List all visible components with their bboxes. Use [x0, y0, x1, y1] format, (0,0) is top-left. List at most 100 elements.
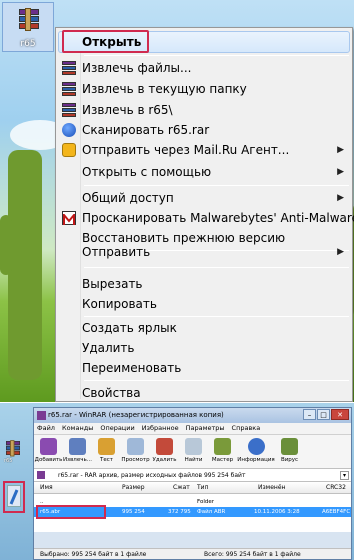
extract-icon — [69, 438, 86, 455]
find-icon — [185, 438, 202, 455]
cell-modified: 10.11.2006 3:28 — [254, 509, 300, 515]
desktop-icon-r65-small[interactable]: r65 — [4, 440, 26, 471]
toolbar-test-button[interactable]: Тест — [92, 435, 121, 468]
wizard-icon — [214, 438, 231, 455]
submenu-arrow-icon: ▶ — [337, 193, 344, 203]
submenu-arrow-icon: ▶ — [337, 145, 344, 155]
cell-crc: A6EBF4FC — [322, 509, 351, 515]
column-size[interactable]: Размер — [122, 482, 145, 494]
menu-item-rename[interactable]: Переименовать — [58, 358, 350, 378]
menu-separator — [84, 267, 349, 268]
menu-item-sharing[interactable]: Общий доступ ▶ — [58, 188, 350, 208]
desktop-icon-label: r65 — [4, 458, 13, 464]
menu-separator — [84, 185, 349, 186]
toolbar-virus-button[interactable]: Вирус — [275, 435, 304, 468]
winrar-icon — [62, 82, 76, 96]
delete-icon — [156, 438, 173, 455]
test-icon — [98, 438, 115, 455]
menu-item-send-to[interactable]: Отправить ▶ — [58, 242, 350, 262]
column-crc[interactable]: CRC32 — [326, 482, 346, 494]
cell-type: Folder — [197, 499, 214, 505]
menu-operations[interactable]: Операции — [100, 423, 134, 434]
submenu-arrow-icon: ▶ — [337, 247, 344, 257]
menu-item-extract-here[interactable]: Извлечь в текущую папку — [58, 79, 350, 99]
toolbar-wizard-button[interactable]: Мастер — [208, 435, 237, 468]
winrar-app-icon — [37, 411, 46, 420]
submenu-arrow-icon: ▶ — [337, 167, 344, 177]
desktop-top-panel: r65 Открыть Извлечь файлы... Извлечь в т… — [0, 0, 354, 402]
minimize-button[interactable]: – — [303, 409, 316, 420]
maximize-button[interactable]: □ — [317, 409, 330, 420]
malwarebytes-icon — [62, 211, 76, 225]
winrar-menubar: Файл Команды Операции Избранное Параметр… — [34, 423, 351, 434]
cell-size: 995 254 — [122, 509, 145, 515]
path-bar: r65.rar - RAR архив, размер исходных фай… — [34, 469, 351, 482]
mailru-icon — [62, 143, 76, 157]
add-archive-icon — [40, 438, 57, 455]
status-bar: Выбрано: 995 254 байт в 1 файле Всего: 9… — [34, 548, 351, 559]
desktop-icon-r65[interactable]: r65 — [2, 2, 54, 52]
menu-item-create-shortcut[interactable]: Создать ярлык — [58, 318, 350, 338]
menu-favorites[interactable]: Избранное — [142, 423, 179, 434]
column-type[interactable]: Тип — [197, 482, 209, 494]
up-folder-icon[interactable] — [37, 471, 45, 479]
winrar-archive-icon — [6, 440, 20, 457]
column-packed[interactable]: Сжат — [173, 482, 190, 494]
window-title: r65.rar - WinRAR (незарегистрированная к… — [48, 411, 224, 419]
menu-file[interactable]: Файл — [37, 423, 55, 434]
winrar-titlebar: r65.rar - WinRAR (незарегистрированная к… — [34, 408, 351, 423]
menu-item-scan[interactable]: Сканировать r65.rar — [58, 120, 350, 140]
desktop-bottom-panel: r65 r65.rar - WinRAR (незарегистрированн… — [0, 403, 354, 560]
window-controls: – □ ✕ — [303, 409, 349, 420]
file-list: .. Folder r65.abr 995 254 372 795 Файл A… — [34, 494, 351, 532]
toolbar-extract-button[interactable]: Извлечь... — [63, 435, 92, 468]
brush-icon — [9, 489, 19, 505]
winrar-archive-icon — [19, 8, 39, 31]
winrar-icon — [62, 61, 76, 75]
toolbar-find-button[interactable]: Найти — [179, 435, 208, 468]
menu-options[interactable]: Параметры — [186, 423, 225, 434]
antivirus-icon — [62, 123, 76, 137]
red-highlight-frame — [36, 505, 106, 519]
menu-separator — [84, 380, 349, 381]
menu-item-send-mailru[interactable]: Отправить через Mail.Ru Агент... ▶ — [58, 140, 350, 160]
status-selected: Выбрано: 995 254 байт в 1 файле — [40, 551, 147, 558]
menu-item-copy[interactable]: Копировать — [58, 294, 350, 314]
toolbar-delete-button[interactable]: Удалить — [150, 435, 179, 468]
info-icon — [247, 438, 265, 455]
desktop-icon-label: r65 — [20, 39, 36, 49]
cactus-decoration — [0, 215, 12, 275]
winrar-window: r65.rar - WinRAR (незарегистрированная к… — [33, 407, 352, 560]
column-modified[interactable]: Изменён — [258, 482, 285, 494]
menu-separator — [84, 55, 349, 56]
cell-packed: 372 795 — [168, 509, 191, 515]
menu-commands[interactable]: Команды — [62, 423, 93, 434]
context-menu: Открыть Извлечь файлы... Извлечь в текущ… — [55, 27, 354, 402]
red-highlight-frame — [62, 30, 149, 53]
menu-item-cut[interactable]: Вырезать — [58, 274, 350, 294]
close-button[interactable]: ✕ — [331, 409, 349, 420]
winrar-icon — [62, 103, 76, 117]
menu-item-properties[interactable]: Свойства — [58, 383, 350, 402]
virus-scan-icon — [281, 438, 298, 455]
menu-item-malwarebytes[interactable]: Просканировать Malwarebytes' Anti-Malwar… — [58, 208, 354, 228]
toolbar-info-button[interactable]: Информация — [237, 435, 275, 468]
menu-help[interactable]: Справка — [232, 423, 261, 434]
menu-separator — [84, 316, 349, 317]
toolbar-add-button[interactable]: Добавить — [34, 435, 63, 468]
path-dropdown-button[interactable]: ▾ — [340, 471, 349, 480]
menu-item-extract-files[interactable]: Извлечь файлы... — [58, 58, 350, 78]
desktop-icon-shortcut[interactable] — [7, 485, 21, 507]
cell-type: Файл ABR — [197, 509, 226, 515]
path-text: r65.rar - RAR архив, размер исходных фай… — [58, 472, 246, 479]
view-icon — [127, 438, 144, 455]
menu-item-open-with[interactable]: Открыть с помощью ▶ — [58, 162, 350, 182]
menu-item-extract-to-folder[interactable]: Извлечь в r65\ — [58, 100, 350, 120]
cactus-decoration — [8, 150, 42, 380]
menu-item-delete[interactable]: Удалить — [58, 338, 350, 358]
winrar-toolbar: Добавить Извлечь... Тест Просмотр Удалит… — [34, 434, 351, 469]
status-total: Всего: 995 254 байт в 1 файле — [204, 551, 301, 558]
column-name[interactable]: Имя — [40, 482, 53, 494]
file-list-header: Имя Размер Сжат Тип Изменён CRC32 — [34, 482, 351, 494]
toolbar-view-button[interactable]: Просмотр — [121, 435, 150, 468]
